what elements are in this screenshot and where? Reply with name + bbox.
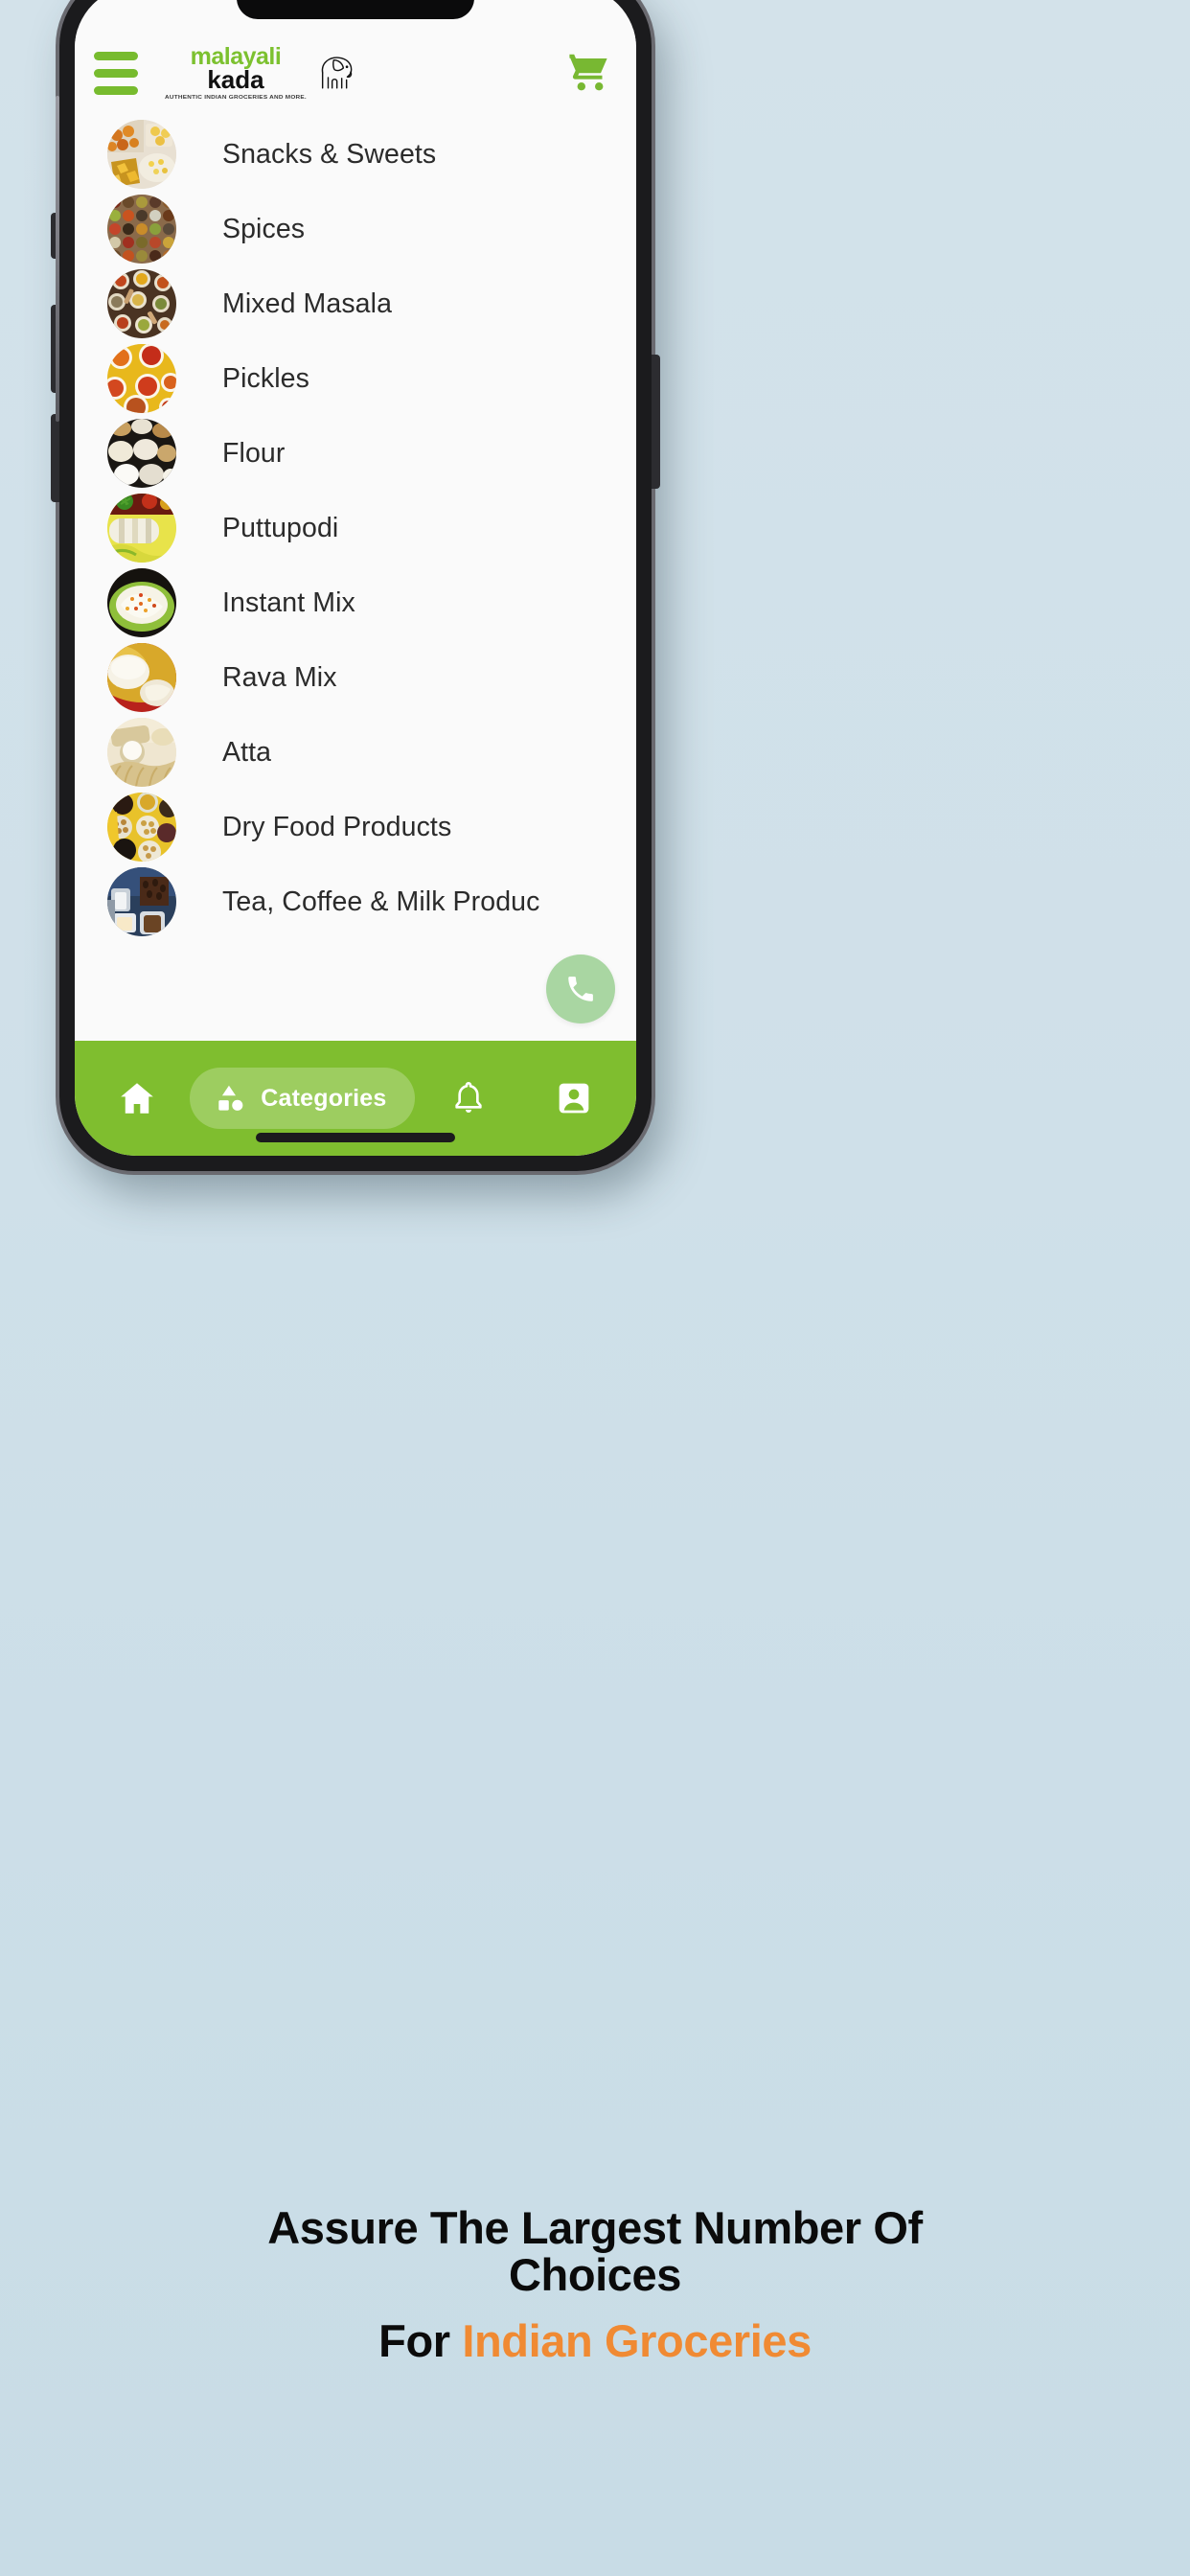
category-label: Rava Mix xyxy=(222,661,337,693)
category-row[interactable]: Flour xyxy=(75,416,636,491)
phone-volume-up-button xyxy=(51,305,59,393)
category-label: Snacks & Sweets xyxy=(222,138,437,170)
atta-thumbnail xyxy=(107,718,176,787)
category-row[interactable]: Dry Food Products xyxy=(75,790,636,864)
caption-line-2: Choices xyxy=(508,2249,682,2301)
category-row[interactable]: Rava Mix xyxy=(75,640,636,715)
home-indicator xyxy=(256,1133,455,1142)
hamburger-menu-icon[interactable] xyxy=(94,51,138,95)
phone-screen: malayali kada AUTHENTIC INDIAN GROCERIES… xyxy=(75,0,636,1156)
caption-line-3: For Indian Groceries xyxy=(38,2314,1152,2367)
phone-mute-switch xyxy=(51,213,59,259)
caption-line-1: Assure The Largest Number Of xyxy=(267,2202,923,2253)
rava-mix-thumbnail xyxy=(107,643,176,712)
hamburger-bar xyxy=(94,85,138,95)
category-row[interactable]: Pickles xyxy=(75,341,636,416)
phone-device-frame: malayali kada AUTHENTIC INDIAN GROCERIES… xyxy=(51,0,660,1171)
nav-item-home[interactable] xyxy=(84,1041,190,1156)
caption-prefix: For xyxy=(378,2314,463,2366)
category-row[interactable]: Tea, Coffee & Milk Produc xyxy=(75,864,636,939)
brand-logo[interactable]: malayali kada AUTHENTIC INDIAN GROCERIES… xyxy=(165,44,356,101)
category-label: Atta xyxy=(222,736,272,768)
marketing-caption: Assure The Largest Number Of Choices For… xyxy=(0,2204,1190,2367)
category-row[interactable]: Spices xyxy=(75,192,636,266)
category-label: Flour xyxy=(222,437,286,469)
bottom-navigation-bar: Categories xyxy=(75,1041,636,1156)
puttupodi-thumbnail xyxy=(107,494,176,563)
nav-categories-label: Categories xyxy=(261,1084,387,1112)
phone-volume-down-button xyxy=(51,414,59,502)
app-header: malayali kada AUTHENTIC INDIAN GROCERIES… xyxy=(75,29,636,117)
snacks-and-sweets-thumbnail xyxy=(107,120,176,189)
category-row[interactable]: Mixed Masala xyxy=(75,266,636,341)
category-row[interactable]: Puttupodi xyxy=(75,491,636,565)
mixed-masala-thumbnail xyxy=(107,269,176,338)
category-label: Dry Food Products xyxy=(222,811,452,842)
phone-power-button xyxy=(652,355,660,489)
pickles-thumbnail xyxy=(107,344,176,413)
brand-wordmark: malayali kada AUTHENTIC INDIAN GROCERIES… xyxy=(165,44,307,101)
instant-mix-thumbnail xyxy=(107,568,176,637)
bell-icon xyxy=(454,1082,482,1113)
caption-highlight: Indian Groceries xyxy=(462,2314,812,2366)
call-floating-action-button[interactable] xyxy=(546,954,615,1024)
flour-thumbnail xyxy=(107,419,176,488)
shopping-cart-icon[interactable] xyxy=(565,50,611,96)
category-row[interactable]: Snacks & Sweets xyxy=(75,117,636,192)
spices-thumbnail xyxy=(107,195,176,264)
category-label: Mixed Masala xyxy=(222,288,393,319)
category-label: Tea, Coffee & Milk Produc xyxy=(222,886,540,917)
account-icon xyxy=(559,1083,589,1114)
category-label: Spices xyxy=(222,213,306,244)
tea-coffee-milk-thumbnail xyxy=(107,867,176,936)
category-row[interactable]: Instant Mix xyxy=(75,565,636,640)
category-label: Puttupodi xyxy=(222,512,339,543)
nav-item-account[interactable] xyxy=(521,1041,627,1156)
brand-tagline: AUTHENTIC INDIAN GROCERIES AND MORE. xyxy=(165,94,307,101)
phone-icon xyxy=(568,977,593,1001)
hamburger-bar xyxy=(94,68,138,78)
hamburger-bar xyxy=(94,51,138,60)
elephant-icon xyxy=(321,57,353,89)
dry-food-products-thumbnail xyxy=(107,793,176,862)
category-row[interactable]: Atta xyxy=(75,715,636,790)
category-label: Pickles xyxy=(222,362,309,394)
category-list[interactable]: Snacks & Sweets Spices Mixed Masala Pick… xyxy=(75,117,636,1041)
phone-notch xyxy=(237,0,474,19)
categories-active-pill[interactable]: Categories xyxy=(190,1068,416,1129)
home-icon xyxy=(121,1083,153,1114)
brand-name-line2: kada xyxy=(207,64,264,94)
categories-icon xyxy=(218,1085,243,1111)
category-label: Instant Mix xyxy=(222,586,355,618)
